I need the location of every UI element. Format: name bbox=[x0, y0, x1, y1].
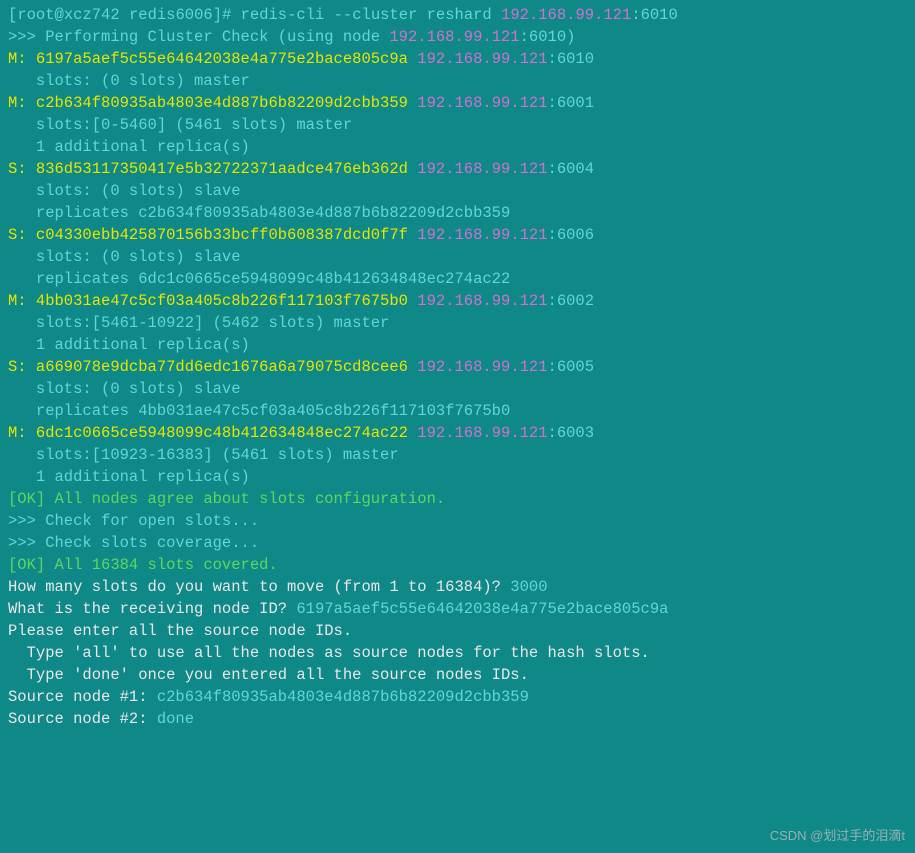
node-slots: slots:[10923-16383] (5461 slots) master bbox=[8, 444, 907, 466]
node-replica-count: 1 additional replica(s) bbox=[8, 136, 907, 158]
cluster-node: M: 6197a5aef5c55e64642038e4a775e2bace805… bbox=[8, 48, 907, 70]
watermark: CSDN @划过手的泪滴t bbox=[770, 825, 905, 847]
node-replicates: replicates 4bb031ae47c5cf03a405c8b226f11… bbox=[8, 400, 907, 422]
node-slots: slots: (0 slots) slave bbox=[8, 378, 907, 400]
node-slots: slots: (0 slots) slave bbox=[8, 246, 907, 268]
source-nodes-help-done: Type 'done' once you entered all the sou… bbox=[8, 664, 907, 686]
prompt-receiving-node[interactable]: What is the receiving node ID? 6197a5aef… bbox=[8, 598, 907, 620]
cluster-node: M: 6dc1c0665ce5948099c48b412634848ec274a… bbox=[8, 422, 907, 444]
terminal-output: [root@xcz742 redis6006]# redis-cli --clu… bbox=[8, 4, 907, 730]
ok-slots-config: [OK] All nodes agree about slots configu… bbox=[8, 488, 907, 510]
cluster-node: S: 836d53117350417e5b32722371aadce476eb3… bbox=[8, 158, 907, 180]
ok-slots-covered: [OK] All 16384 slots covered. bbox=[8, 554, 907, 576]
node-slots: slots:[5461-10922] (5462 slots) master bbox=[8, 312, 907, 334]
node-replicates: replicates c2b634f80935ab4803e4d887b6b82… bbox=[8, 202, 907, 224]
cluster-node: M: c2b634f80935ab4803e4d887b6b82209d2cbb… bbox=[8, 92, 907, 114]
cluster-node: M: 4bb031ae47c5cf03a405c8b226f117103f767… bbox=[8, 290, 907, 312]
cluster-node: S: c04330ebb425870156b33bcff0b608387dcd0… bbox=[8, 224, 907, 246]
check-slots-coverage: >>> Check slots coverage... bbox=[8, 532, 907, 554]
node-replicates: replicates 6dc1c0665ce5948099c48b4126348… bbox=[8, 268, 907, 290]
source-node-2[interactable]: Source node #2: done bbox=[8, 708, 907, 730]
node-replica-count: 1 additional replica(s) bbox=[8, 334, 907, 356]
source-node-1[interactable]: Source node #1: c2b634f80935ab4803e4d887… bbox=[8, 686, 907, 708]
source-nodes-intro: Please enter all the source node IDs. bbox=[8, 620, 907, 642]
check-open-slots: >>> Check for open slots... bbox=[8, 510, 907, 532]
source-nodes-help-all: Type 'all' to use all the nodes as sourc… bbox=[8, 642, 907, 664]
node-replica-count: 1 additional replica(s) bbox=[8, 466, 907, 488]
node-slots: slots:[0-5460] (5461 slots) master bbox=[8, 114, 907, 136]
cluster-node: S: a669078e9dcba77dd6edc1676a6a79075cd8c… bbox=[8, 356, 907, 378]
node-slots: slots: (0 slots) master bbox=[8, 70, 907, 92]
node-slots: slots: (0 slots) slave bbox=[8, 180, 907, 202]
prompt-slots-move[interactable]: How many slots do you want to move (from… bbox=[8, 576, 907, 598]
prompt-line[interactable]: [root@xcz742 redis6006]# redis-cli --clu… bbox=[8, 4, 907, 26]
cluster-check-header: >>> Performing Cluster Check (using node… bbox=[8, 26, 907, 48]
